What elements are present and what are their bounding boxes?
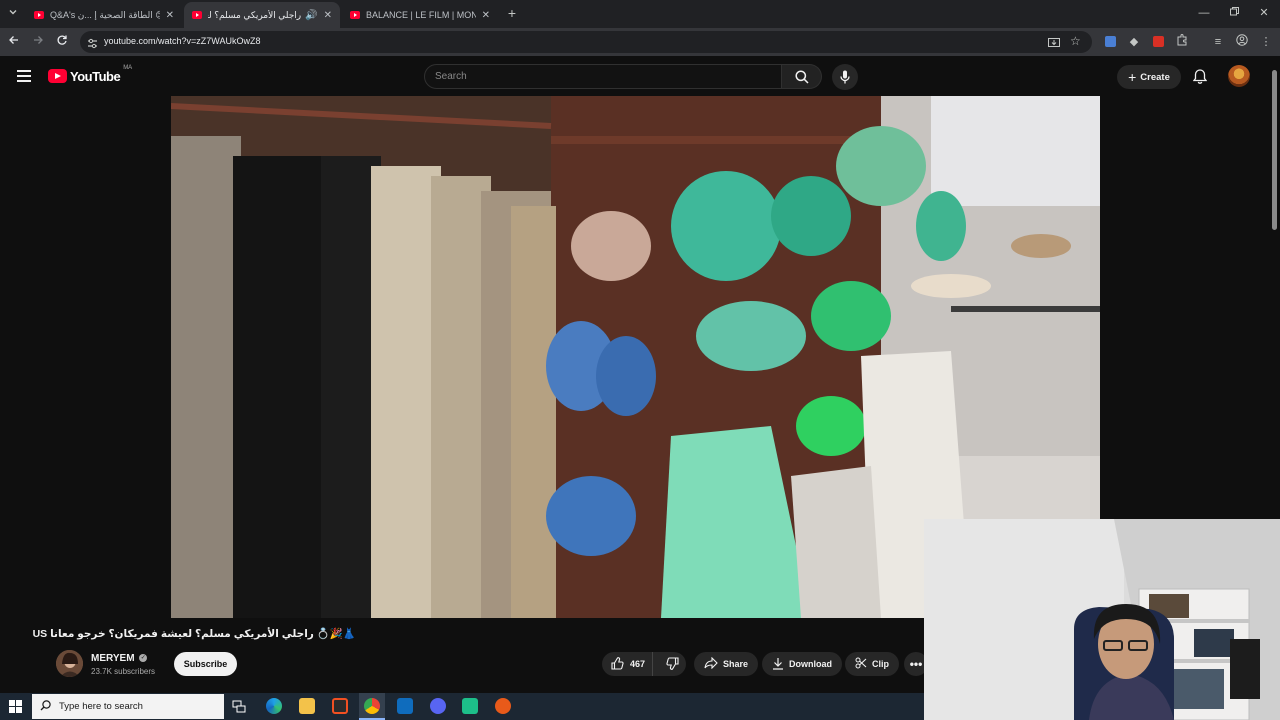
search-button[interactable] bbox=[782, 64, 822, 89]
thumbs-down-icon bbox=[665, 656, 679, 672]
restore-icon[interactable] bbox=[1226, 5, 1242, 21]
channel-name[interactable]: MERYEM bbox=[91, 653, 135, 664]
download-label: Download bbox=[789, 659, 832, 669]
close-tab-icon[interactable]: ✕ bbox=[324, 10, 332, 21]
plus-icon: + bbox=[1128, 69, 1137, 85]
scissors-icon bbox=[855, 657, 867, 671]
url-text: youtube.com/watch?v=zZ7WAUkOwZ8 bbox=[104, 36, 261, 46]
red-extension-icon[interactable] bbox=[1150, 34, 1166, 50]
youtube-logo-text: YouTube bbox=[70, 68, 121, 84]
close-tab-icon[interactable]: ✕ bbox=[166, 10, 174, 21]
country-code: MA bbox=[123, 65, 133, 71]
share-arrow-icon bbox=[704, 656, 718, 671]
back-icon[interactable] bbox=[6, 34, 22, 50]
profile-icon[interactable] bbox=[1234, 34, 1250, 50]
task-view-icon[interactable] bbox=[232, 700, 246, 718]
subscribe-button[interactable]: Subscribe bbox=[174, 652, 237, 676]
clip-button[interactable]: Clip bbox=[845, 652, 899, 676]
tab-title: راجلي الأمريكي مسلم؟ لعيشة bbox=[208, 9, 302, 20]
like-button[interactable]: 467 bbox=[602, 652, 654, 676]
share-button[interactable]: Share bbox=[694, 652, 759, 676]
thumbs-up-icon bbox=[611, 656, 624, 672]
clip-label: Clip bbox=[872, 659, 889, 669]
site-info-icon[interactable] bbox=[87, 36, 98, 54]
tab-balance[interactable]: BALANCE | LE FILM | MON TOU ✕ bbox=[342, 2, 498, 28]
webcam-feed bbox=[924, 519, 1280, 720]
tab-search-icon[interactable] bbox=[5, 6, 21, 22]
chrome-menu-icon[interactable]: ⋮ bbox=[1258, 34, 1274, 50]
youtube-play-icon bbox=[48, 69, 67, 83]
like-dislike-group: 467 bbox=[602, 652, 686, 676]
browser-tab-strip: Q&A's إ😂😊 الطاقة الصحية إ ...ن ✕ راجلي ا… bbox=[0, 0, 1280, 28]
reload-icon[interactable] bbox=[54, 34, 70, 50]
create-label: Create bbox=[1140, 71, 1170, 83]
search-icon bbox=[795, 70, 809, 89]
microsoft-store-icon[interactable] bbox=[332, 698, 348, 714]
taskbar-search-placeholder: Type here to search bbox=[59, 701, 143, 712]
install-app-icon[interactable] bbox=[1048, 36, 1060, 54]
youtube-favicon-icon bbox=[350, 11, 360, 19]
windows-start-icon[interactable] bbox=[9, 700, 22, 713]
subscriber-count: 23.7K subscribers bbox=[91, 667, 156, 676]
download-button[interactable]: Download bbox=[762, 652, 842, 676]
like-count: 467 bbox=[630, 659, 646, 669]
more-horizontal-icon: ••• bbox=[909, 657, 923, 671]
discord-icon[interactable] bbox=[430, 698, 446, 714]
windows-taskbar: Type here to search bbox=[0, 693, 924, 720]
verified-badge-icon: ✓ bbox=[139, 654, 148, 663]
channel-name-row[interactable]: MERYEM ✓ bbox=[91, 653, 148, 664]
voice-search-button[interactable] bbox=[832, 64, 858, 90]
dislike-button[interactable] bbox=[658, 652, 686, 676]
translate-extension-icon[interactable] bbox=[1102, 34, 1118, 50]
user-avatar[interactable] bbox=[1228, 65, 1250, 87]
orange-app-icon[interactable] bbox=[495, 698, 511, 714]
notifications-bell-icon[interactable] bbox=[1192, 69, 1208, 89]
close-tab-icon[interactable]: ✕ bbox=[482, 10, 490, 21]
chrome-browser-icon[interactable] bbox=[364, 698, 380, 714]
bookmark-star-icon[interactable]: ☆ bbox=[1070, 34, 1081, 48]
close-window-icon[interactable]: ✕ bbox=[1256, 5, 1272, 21]
tab-qa[interactable]: Q&A's إ😂😊 الطاقة الصحية إ ...ن ✕ bbox=[26, 2, 182, 28]
page-scrollbar[interactable] bbox=[1272, 70, 1277, 230]
minimize-icon[interactable]: — bbox=[1196, 5, 1212, 21]
outlook-icon[interactable] bbox=[397, 698, 413, 714]
diamond-extension-icon[interactable]: ◆ bbox=[1126, 34, 1142, 50]
youtube-logo[interactable]: YouTube MA bbox=[48, 65, 133, 84]
media-controls-icon[interactable]: ≡ bbox=[1210, 34, 1226, 50]
tab-current-video[interactable]: راجلي الأمريكي مسلم؟ لعيشة 🔊 ✕ bbox=[184, 2, 340, 28]
search-input[interactable] bbox=[425, 65, 781, 88]
share-label: Share bbox=[723, 659, 749, 669]
tab-title: Q&A's إ😂😊 الطاقة الصحية إ ...ن bbox=[50, 9, 160, 20]
youtube-favicon-icon bbox=[34, 11, 44, 19]
speaker-icon[interactable]: 🔊 bbox=[305, 10, 317, 21]
taskbar-search-box[interactable]: Type here to search bbox=[32, 694, 224, 719]
green-app-icon[interactable] bbox=[462, 698, 478, 714]
search-box bbox=[424, 64, 782, 89]
microphone-icon bbox=[840, 70, 850, 89]
forward-icon[interactable] bbox=[30, 34, 46, 50]
new-tab-icon[interactable]: + bbox=[504, 5, 520, 21]
download-icon bbox=[772, 657, 784, 672]
create-button[interactable]: + Create bbox=[1117, 65, 1181, 89]
tab-title: BALANCE | LE FILM | MON TOU bbox=[366, 10, 476, 20]
video-title: 👗🎉💍 راجلي الأمريكي مسلم؟ لعيشة فمريكان؟ … bbox=[32, 628, 356, 640]
extensions-puzzle-icon[interactable] bbox=[1174, 34, 1190, 50]
browser-toolbar: youtube.com/watch?v=zZ7WAUkOwZ8 ☆ ◆ ≡ ⋮ bbox=[0, 28, 1280, 56]
file-explorer-icon[interactable] bbox=[299, 698, 315, 714]
address-bar[interactable]: youtube.com/watch?v=zZ7WAUkOwZ8 ☆ bbox=[80, 31, 1092, 53]
youtube-header: YouTube MA + Create bbox=[0, 56, 1280, 96]
edge-browser-icon[interactable] bbox=[266, 698, 282, 714]
search-icon bbox=[40, 699, 51, 714]
webcam-overlay bbox=[924, 519, 1280, 720]
hamburger-menu-icon[interactable] bbox=[17, 70, 31, 82]
channel-avatar[interactable] bbox=[56, 650, 83, 677]
youtube-favicon-icon bbox=[192, 11, 202, 19]
